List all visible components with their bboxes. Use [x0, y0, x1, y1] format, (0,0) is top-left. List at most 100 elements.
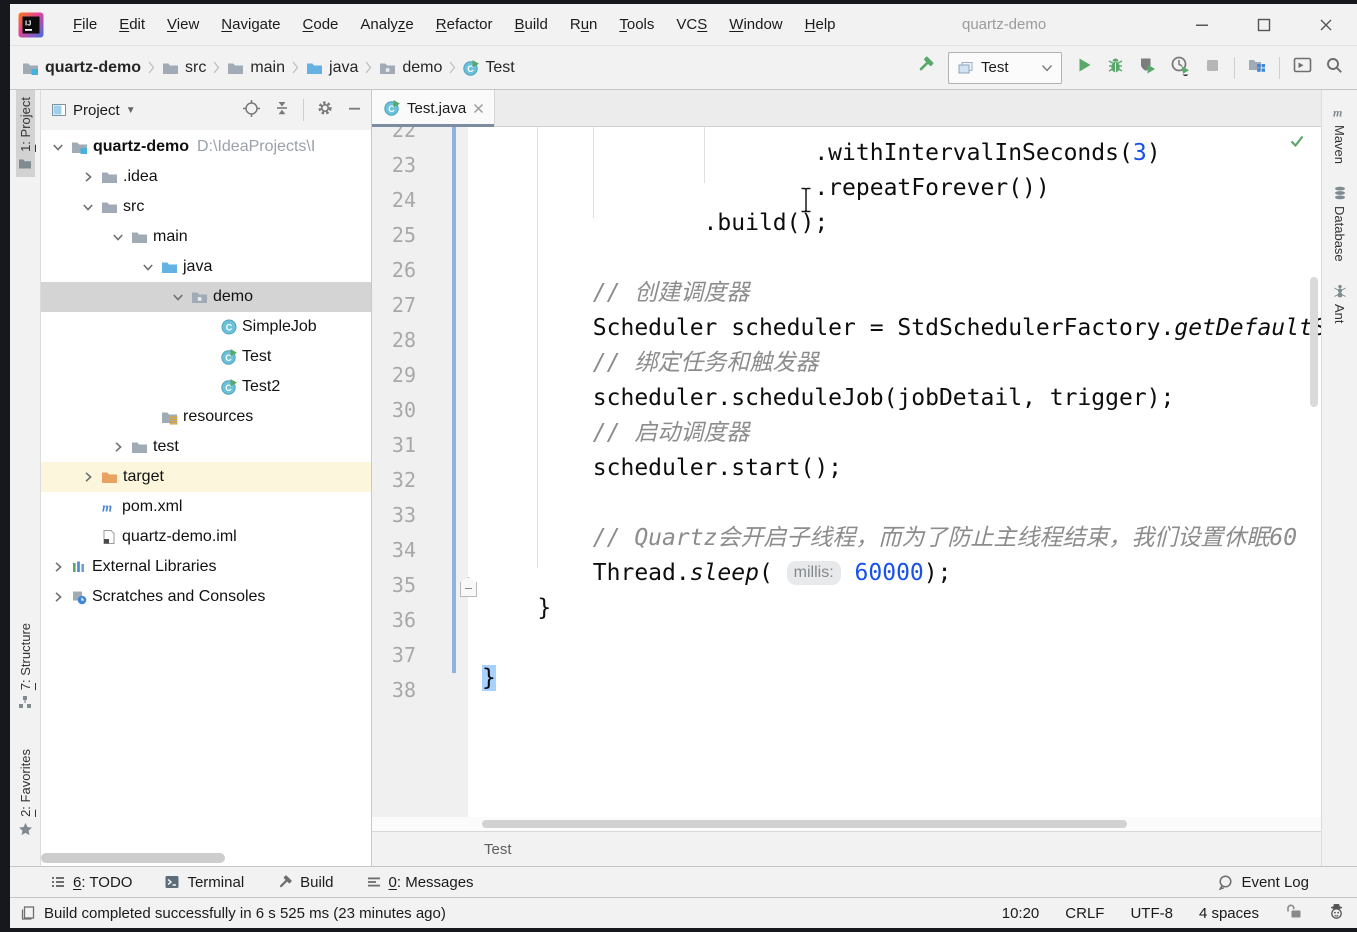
- tree-row-resources[interactable]: resources: [41, 402, 371, 432]
- tree-row-demo[interactable]: demo: [41, 282, 371, 312]
- code-line-33[interactable]: 33 // Quartz会开启子线程，而为了防止主线程结束，我们设置休眠60: [372, 498, 1321, 533]
- code-line-36[interactable]: 36: [372, 603, 1321, 638]
- menu-tools[interactable]: Tools: [608, 4, 665, 45]
- breadcrumb-item-src[interactable]: src: [162, 59, 206, 77]
- status-widget-10-20[interactable]: 10:20: [1002, 905, 1040, 922]
- scrollbar-thumb[interactable]: [41, 853, 225, 863]
- menu-view[interactable]: View: [156, 4, 210, 45]
- code-line-29[interactable]: 29 scheduler.scheduleJob(jobDetail, trig…: [372, 358, 1321, 393]
- lock-toggle[interactable]: [1285, 903, 1302, 923]
- project-horizontal-scrollbar[interactable]: [41, 853, 371, 863]
- code-line-34[interactable]: 34 Thread.sleep( millis: 60000);: [372, 533, 1321, 568]
- svg-text:C: C: [226, 323, 233, 333]
- profiler-button[interactable]: [1170, 55, 1191, 81]
- code-line-31[interactable]: 31 scheduler.start();: [372, 428, 1321, 463]
- code-line-26[interactable]: 26 // 创建调度器: [372, 253, 1321, 288]
- breadcrumb-item-test[interactable]: CTest: [463, 59, 514, 77]
- menu-analyze[interactable]: Analyze: [349, 4, 424, 45]
- menu-code[interactable]: Code: [292, 4, 350, 45]
- tree-row-scratches-and-consoles[interactable]: Scratches and Consoles: [41, 582, 371, 612]
- menu-vcs[interactable]: VCS: [665, 4, 718, 45]
- menu-file[interactable]: File: [62, 4, 108, 45]
- stripe-item-maven[interactable]: mMaven: [1330, 98, 1349, 171]
- code-line-37[interactable]: 37}: [372, 638, 1321, 673]
- stripe-item----project[interactable]: 1: Project: [16, 90, 35, 177]
- window-minimize-button[interactable]: [1171, 4, 1233, 45]
- tree-row-test[interactable]: test: [41, 432, 371, 462]
- code-line-28[interactable]: 28 // 绑定任务和触发器: [372, 323, 1321, 358]
- breadcrumb-item-demo[interactable]: demo: [379, 59, 442, 77]
- tree-row-quartz-demo[interactable]: quartz-demoD:\IdeaProjects\I: [41, 132, 371, 162]
- code-line-30[interactable]: 30 // 启动调度器: [372, 393, 1321, 428]
- breadcrumb-item-java[interactable]: java: [306, 59, 358, 77]
- menu-window[interactable]: Window: [718, 4, 793, 45]
- editor-horizontal-scrollbar[interactable]: [372, 817, 1321, 831]
- menu-edit[interactable]: Edit: [108, 4, 156, 45]
- menu-help[interactable]: Help: [794, 4, 847, 45]
- highlighting-level-button[interactable]: [1328, 903, 1345, 924]
- code-line-32[interactable]: 32: [372, 463, 1321, 498]
- project-panel-title[interactable]: Project: [73, 102, 120, 119]
- breadcrumb-item-main[interactable]: main: [227, 59, 285, 77]
- status-message[interactable]: Build completed successfully in 6 s 525 …: [44, 905, 446, 922]
- tree-row-quartz-demo-iml[interactable]: quartz-demo.iml: [41, 522, 371, 552]
- tree-row-simplejob[interactable]: CSimpleJob: [41, 312, 371, 342]
- status-widget-crlf[interactable]: CRLF: [1065, 905, 1104, 922]
- code-line-35[interactable]: 35 }: [372, 568, 1321, 603]
- tree-row-test[interactable]: CTest: [41, 342, 371, 372]
- project-structure-button[interactable]: [1248, 56, 1266, 79]
- scrollbar-thumb[interactable]: [482, 820, 1127, 828]
- code-line-22[interactable]: 22 .withIntervalInSeconds(3): [372, 127, 1321, 148]
- inspections-ok-icon[interactable]: [1289, 133, 1305, 149]
- debug-button[interactable]: [1106, 56, 1125, 80]
- hide-panel-button[interactable]: [346, 100, 363, 121]
- editor-vertical-scrollbar[interactable]: [1310, 277, 1318, 407]
- menu-build[interactable]: Build: [503, 4, 558, 45]
- window-close-button[interactable]: [1295, 4, 1357, 45]
- tree-row-java[interactable]: java: [41, 252, 371, 282]
- stripe-item-database[interactable]: Database: [1330, 179, 1349, 269]
- tool-window-button-terminal[interactable]: Terminal: [164, 874, 244, 891]
- breadcrumb-item-quartz-demo[interactable]: quartz-demo: [22, 59, 141, 77]
- panel-settings-button[interactable]: [316, 99, 334, 121]
- window-maximize-button[interactable]: [1233, 4, 1295, 45]
- code-line-24[interactable]: 24 .build();: [372, 183, 1321, 218]
- menu-navigate[interactable]: Navigate: [210, 4, 291, 45]
- menu-run[interactable]: Run: [559, 4, 609, 45]
- tool-window-button-build[interactable]: Build: [276, 874, 333, 891]
- code-line-38[interactable]: 38: [372, 673, 1321, 708]
- locate-file-button[interactable]: [242, 99, 261, 122]
- tree-row-test2[interactable]: CTest2: [41, 372, 371, 402]
- tree-row-target[interactable]: target: [41, 462, 371, 492]
- search-everywhere-button[interactable]: [1325, 56, 1343, 79]
- event-log-button[interactable]: Event Log: [1217, 874, 1309, 891]
- tree-row-main[interactable]: main: [41, 222, 371, 252]
- code-editor[interactable]: 22 .withIntervalInSeconds(3)23 .repeatFo…: [372, 127, 1321, 817]
- run-button[interactable]: [1075, 56, 1093, 79]
- tool-window-button-0--messages[interactable]: 0: Messages: [366, 874, 474, 891]
- run-configuration-select[interactable]: Test: [948, 52, 1062, 84]
- run-anything-button[interactable]: [1293, 56, 1312, 79]
- tree-row-external-libraries[interactable]: External Libraries: [41, 552, 371, 582]
- breadcrumb-class[interactable]: Test: [484, 841, 512, 858]
- stripe-item----favorites[interactable]: 2: Favorites: [16, 742, 35, 844]
- fold-marker[interactable]: [460, 577, 477, 597]
- build-project-button[interactable]: [915, 55, 935, 80]
- tree-row-pom-xml[interactable]: mpom.xml: [41, 492, 371, 522]
- tool-window-button-6--todo[interactable]: 6: TODO: [50, 874, 132, 891]
- stop-button[interactable]: [1204, 57, 1221, 79]
- tab-close-icon[interactable]: [473, 103, 484, 114]
- code-line-25[interactable]: 25: [372, 218, 1321, 253]
- collapse-all-button[interactable]: [273, 99, 291, 121]
- tab-test-java[interactable]: C Test.java: [372, 90, 495, 126]
- menu-refactor[interactable]: Refactor: [425, 4, 504, 45]
- status-widget-4-spaces[interactable]: 4 spaces: [1199, 905, 1259, 922]
- status-widget-utf-8[interactable]: UTF-8: [1130, 905, 1173, 922]
- tree-row--idea[interactable]: .idea: [41, 162, 371, 192]
- code-line-27[interactable]: 27 Scheduler scheduler = StdSchedulerFac…: [372, 288, 1321, 323]
- code-line-23[interactable]: 23 .repeatForever()): [372, 148, 1321, 183]
- stripe-item-ant[interactable]: Ant: [1330, 277, 1349, 331]
- tree-row-src[interactable]: src: [41, 192, 371, 222]
- stripe-item----structure[interactable]: 7: Structure: [16, 616, 35, 716]
- run-with-coverage-button[interactable]: [1138, 56, 1157, 80]
